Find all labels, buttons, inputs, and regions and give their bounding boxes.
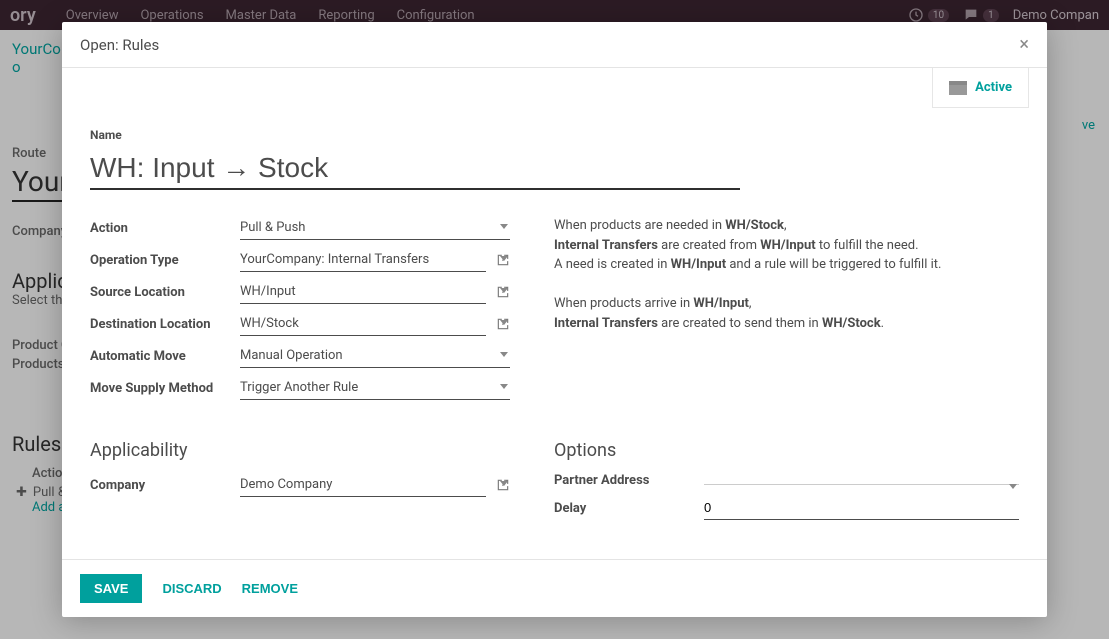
partner-address-select[interactable]	[704, 476, 1019, 485]
remove-button[interactable]: REMOVE	[242, 581, 298, 596]
automatic-move-label: Automatic Move	[90, 349, 240, 364]
company-select[interactable]: Demo Company	[240, 473, 486, 497]
partner-address-label: Partner Address	[554, 473, 704, 488]
source-location-label: Source Location	[90, 285, 240, 300]
operation-type-label: Operation Type	[90, 253, 240, 268]
active-label: Active	[975, 80, 1012, 95]
active-toggle[interactable]: Active	[932, 68, 1029, 108]
save-button[interactable]: SAVE	[80, 574, 142, 603]
name-label: Name	[90, 128, 1019, 142]
name-input[interactable]	[90, 148, 740, 190]
discard-button[interactable]: DISCARD	[162, 581, 221, 596]
chevron-down-icon	[1009, 484, 1017, 489]
chevron-down-icon	[500, 224, 508, 229]
company-label: Company	[90, 478, 240, 493]
supply-method-select[interactable]: Trigger Another Rule	[240, 376, 510, 400]
chevron-down-icon	[500, 384, 508, 389]
delay-label: Delay	[554, 501, 704, 516]
applicability-heading: Applicability	[90, 440, 510, 461]
rule-description: When products are needed in WH/Stock, In…	[554, 216, 1019, 333]
chevron-down-icon	[500, 320, 508, 325]
chevron-down-icon	[500, 352, 508, 357]
modal-title: Open: Rules	[80, 36, 159, 54]
destination-location-select[interactable]: WH/Stock	[240, 312, 486, 336]
action-select[interactable]: Pull & Push	[240, 216, 510, 240]
options-heading: Options	[554, 440, 1019, 461]
supply-method-label: Move Supply Method	[90, 381, 240, 396]
action-label: Action	[90, 221, 240, 236]
close-icon[interactable]: ×	[1019, 34, 1029, 55]
modal-footer: SAVE DISCARD REMOVE	[62, 559, 1047, 617]
destination-location-label: Destination Location	[90, 317, 240, 332]
modal-body: Active Name Action Pull & Push Operation…	[62, 68, 1047, 559]
delay-input[interactable]	[704, 496, 1019, 520]
modal-header: Open: Rules ×	[62, 22, 1047, 68]
chevron-down-icon	[500, 256, 508, 261]
rules-modal: Open: Rules × Active Name Action Pull & …	[62, 22, 1047, 617]
chevron-down-icon	[500, 481, 508, 486]
chevron-down-icon	[500, 288, 508, 293]
automatic-move-select[interactable]: Manual Operation	[240, 344, 510, 368]
archive-icon	[949, 81, 967, 95]
operation-type-select[interactable]: YourCompany: Internal Transfers	[240, 248, 486, 272]
source-location-select[interactable]: WH/Input	[240, 280, 486, 304]
